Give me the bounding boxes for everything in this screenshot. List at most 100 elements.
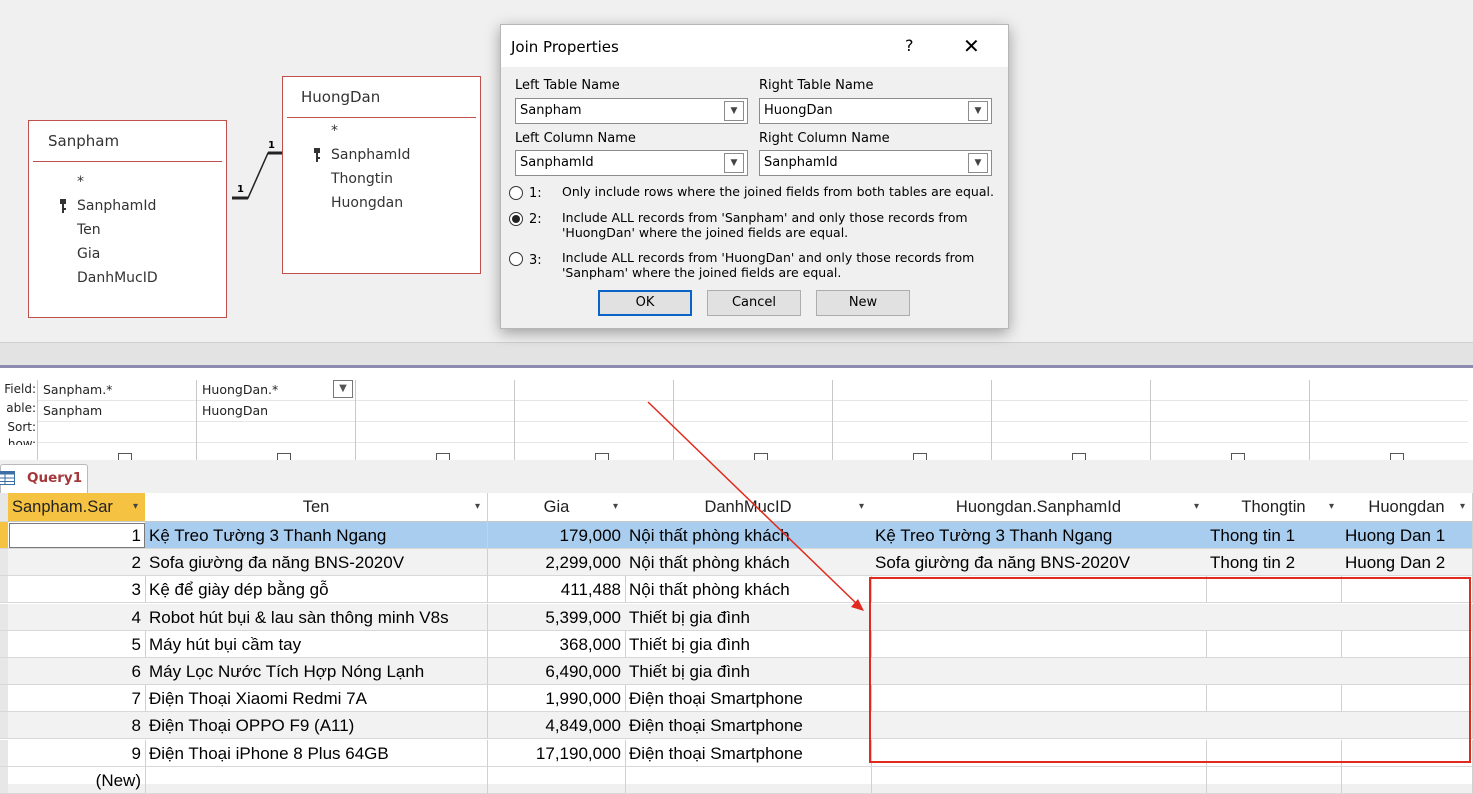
table-cell[interactable]: Kệ để giày dép bằng gỗ	[145, 576, 488, 604]
join-properties-dialog[interactable]: Join Properties ? ✕ Left Table Name Righ…	[500, 24, 1009, 329]
chevron-down-icon[interactable]: ▼	[724, 153, 744, 173]
column-header[interactable]: DanhMucID ▾	[625, 493, 872, 522]
column-header[interactable]: Sanpham.Sar ▾	[8, 493, 146, 522]
table-cell[interactable]: Huong Dan 1	[1341, 522, 1473, 549]
left-table-select[interactable]: Sanpham ▼	[515, 98, 748, 124]
show-checkbox[interactable]	[1390, 453, 1404, 460]
column-header[interactable]: Thongtin ▾	[1206, 493, 1342, 522]
table-cell[interactable]: Máy Lọc Nước Tích Hợp Nóng Lạnh	[145, 658, 488, 685]
table-row[interactable]: 1 Kệ Treo Tường 3 Thanh Ngang 179,000 Nội t…	[0, 522, 1473, 549]
help-icon[interactable]: ?	[905, 36, 914, 55]
new-button[interactable]: New	[816, 290, 910, 316]
column-header[interactable]: Gia ▾	[488, 493, 626, 522]
field-ten[interactable]: Ten	[29, 218, 226, 242]
field-star[interactable]: *	[283, 119, 480, 143]
table-cell[interactable]: 3	[8, 576, 146, 604]
table-cell[interactable]	[625, 766, 872, 794]
chevron-down-icon[interactable]: ▼	[968, 153, 988, 173]
field-danhmucid[interactable]: DanhMucID	[29, 266, 226, 290]
show-checkbox[interactable]	[436, 453, 450, 460]
grid-column-2[interactable]: HuongDan.* HuongDan ▼	[196, 380, 355, 460]
table-cell[interactable]: Điện thoại Smartphone	[625, 712, 872, 740]
table-cell[interactable]	[871, 766, 1207, 794]
table-cell[interactable]: Điện Thoại Xiaomi Redmi 7A	[145, 685, 488, 713]
grid-field-cell[interactable]: Sanpham.*	[38, 380, 196, 401]
table-cell[interactable]: 6,490,000	[488, 658, 626, 685]
show-checkbox[interactable]	[277, 453, 291, 460]
show-checkbox[interactable]	[1072, 453, 1086, 460]
join-option-1-text[interactable]: Only include rows where the joined field…	[562, 184, 1000, 199]
row-selector[interactable]	[0, 549, 8, 577]
table-cell[interactable]: Sofa giường đa năng BNS-2020V	[145, 549, 488, 577]
show-checkbox[interactable]	[754, 453, 768, 460]
table-cell[interactable]: 17,190,000	[488, 739, 626, 767]
table-cell[interactable]: 2	[8, 549, 146, 577]
table-cell[interactable]: 411,488	[488, 576, 626, 604]
table-cell[interactable]: Robot hút bụi & lau sàn thông minh V8s	[145, 603, 488, 631]
chevron-down-icon[interactable]: ▾	[1329, 493, 1334, 521]
table-cell[interactable]: Kệ Treo Tường 3 Thanh Ngang	[871, 522, 1207, 549]
select-all-corner[interactable]	[0, 493, 8, 522]
table-cell[interactable]: 7	[8, 685, 146, 713]
table-cell[interactable]: 5,399,000	[488, 603, 626, 631]
table-cell[interactable]: Điện thoại Smartphone	[625, 685, 872, 713]
grid-table-cell[interactable]: HuongDan	[197, 401, 355, 422]
grid-column-5[interactable]	[673, 380, 832, 460]
table-cell[interactable]: 1,990,000	[488, 685, 626, 713]
chevron-down-icon[interactable]: ▼	[333, 380, 353, 398]
table-cell[interactable]: Điện Thoại iPhone 8 Plus 64GB	[145, 739, 488, 767]
grid-column-9[interactable]	[1309, 380, 1468, 460]
grid-field-cell[interactable]: HuongDan.*	[197, 380, 355, 401]
table-cell[interactable]: 4,849,000	[488, 712, 626, 740]
join-option-3-text[interactable]: Include ALL records from 'HuongDan' and …	[562, 250, 992, 280]
column-header[interactable]: Ten ▾	[145, 493, 488, 522]
row-selector[interactable]	[0, 603, 8, 631]
table-cell[interactable]: Sofa giường đa năng BNS-2020V	[871, 549, 1207, 577]
table-cell[interactable]	[145, 766, 488, 794]
table-cell[interactable]: 6	[8, 658, 146, 685]
field-thongtin[interactable]: Thongtin	[283, 167, 480, 191]
chevron-down-icon[interactable]: ▾	[613, 493, 618, 521]
chevron-down-icon[interactable]: ▼	[724, 101, 744, 121]
chevron-down-icon[interactable]: ▼	[968, 101, 988, 121]
table-cell[interactable]: Điện Thoại OPPO F9 (A11)	[145, 712, 488, 740]
show-checkbox[interactable]	[913, 453, 927, 460]
chevron-down-icon[interactable]: ▾	[859, 493, 864, 521]
row-selector[interactable]	[0, 576, 8, 604]
join-option-1-radio[interactable]	[509, 186, 523, 200]
chevron-down-icon[interactable]: ▾	[475, 493, 480, 521]
grid-column-8[interactable]	[1150, 380, 1309, 460]
table-cell[interactable]	[1341, 766, 1473, 794]
dialog-titlebar[interactable]: Join Properties ? ✕	[501, 25, 1008, 67]
chevron-down-icon[interactable]: ▾	[1194, 493, 1199, 521]
left-column-select[interactable]: SanphamId ▼	[515, 150, 748, 176]
table-cell[interactable]: Nội thất phòng khách	[625, 522, 872, 549]
row-selector[interactable]	[0, 685, 8, 713]
show-checkbox[interactable]	[1231, 453, 1245, 460]
table-cell[interactable]: (New)	[8, 766, 146, 794]
new-record-row[interactable]: (New)	[0, 766, 1473, 794]
table-cell[interactable]: 2,299,000	[488, 549, 626, 577]
table-cell[interactable]: Máy hút bụi cầm tay	[145, 630, 488, 658]
join-line[interactable]	[0, 0, 300, 220]
right-column-select[interactable]: SanphamId ▼	[759, 150, 992, 176]
grid-table-cell[interactable]: Sanpham	[38, 401, 196, 422]
close-icon[interactable]: ✕	[963, 34, 980, 58]
chevron-down-icon[interactable]: ▾	[1460, 493, 1465, 521]
table-cell[interactable]: Thiết bị gia đình	[625, 630, 872, 658]
row-selector[interactable]	[0, 766, 8, 794]
table-huongdan[interactable]: HuongDan * SanphamId Thongtin Huongdan	[282, 76, 481, 274]
table-cell[interactable]: Thiết bị gia đình	[625, 603, 872, 631]
grid-column-1[interactable]: Sanpham.* Sanpham	[37, 380, 196, 460]
row-selector[interactable]	[0, 630, 8, 658]
table-cell[interactable]: Nội thất phòng khách	[625, 576, 872, 604]
row-selector[interactable]	[0, 658, 8, 685]
table-cell[interactable]: 8	[8, 712, 146, 740]
row-selector[interactable]	[0, 739, 8, 767]
grid-column-4[interactable]	[514, 380, 673, 460]
row-selector[interactable]	[0, 522, 8, 549]
tab-query1[interactable]: Query1	[0, 464, 88, 493]
grid-sort-cell[interactable]	[197, 422, 355, 443]
table-cell[interactable]: 9	[8, 739, 146, 767]
show-checkbox[interactable]	[118, 453, 132, 460]
